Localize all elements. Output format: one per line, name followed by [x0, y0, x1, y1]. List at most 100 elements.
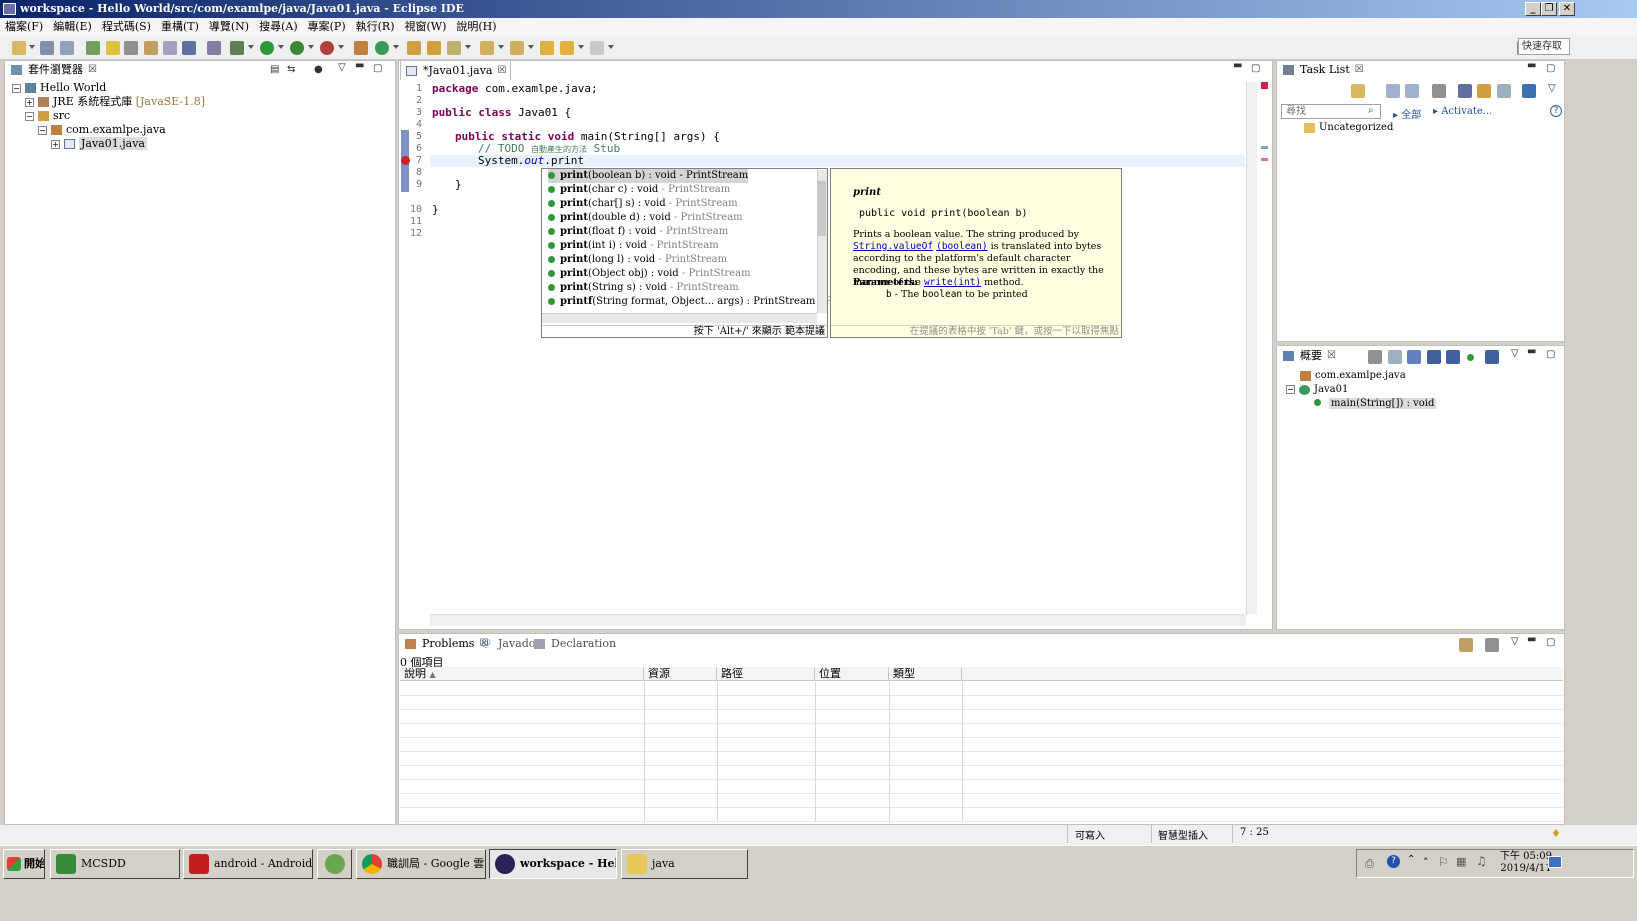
collapse-all-icon[interactable] — [1497, 84, 1511, 98]
maximize-icon[interactable]: ▢ — [1251, 63, 1260, 74]
collapse-icon[interactable]: − — [1286, 385, 1295, 394]
save-all-icon[interactable] — [60, 41, 74, 55]
menu-edit[interactable]: 編輯(E) — [48, 18, 97, 36]
help-icon[interactable]: ? — [1550, 105, 1562, 117]
run-icon[interactable] — [260, 41, 274, 55]
view-menu-icon[interactable]: ▽ — [1511, 636, 1519, 647]
volume-icon[interactable]: ♫ — [1476, 854, 1487, 868]
expand-icon[interactable]: + — [25, 97, 34, 107]
minimize-icon[interactable]: ▬ — [355, 60, 364, 71]
task-category-uncategorized[interactable]: Uncategorized — [1304, 122, 1393, 133]
maximize-icon[interactable]: ▢ — [1546, 637, 1555, 648]
new-icon[interactable] — [12, 41, 26, 55]
error-icon[interactable] — [401, 156, 410, 165]
column-header-path[interactable]: 路徑 — [717, 667, 815, 681]
code-line-11[interactable]: } — [432, 203, 439, 216]
assist-horizontal-scrollbar[interactable] — [542, 313, 817, 323]
whitespace-icon[interactable] — [182, 41, 196, 55]
maximize-icon[interactable]: ▢ — [373, 63, 382, 74]
focus-icon[interactable] — [1485, 638, 1499, 652]
forward-icon[interactable] — [590, 41, 604, 55]
vertical-scrollbar[interactable] — [1246, 82, 1257, 614]
open-type-folder-icon[interactable] — [407, 41, 421, 55]
filter-icon[interactable] — [1477, 84, 1491, 98]
coverage-icon[interactable] — [290, 41, 304, 55]
close-icon[interactable]: ☒ — [1355, 60, 1364, 80]
code-line-3[interactable]: public class Java01 { — [432, 106, 571, 119]
column-header-description[interactable]: 說明 ▲ — [400, 667, 644, 681]
toggle-mark-icon[interactable] — [106, 41, 120, 55]
assist-item[interactable]: print(char[] s) : void - PrintStream — [548, 197, 738, 211]
tree-item-file[interactable]: + Java01.java — [51, 137, 147, 151]
outline-item-package[interactable]: com.examlpe.java — [1300, 369, 1406, 383]
new-task-icon[interactable] — [1351, 84, 1365, 98]
view-menu-icon[interactable]: ▽ — [1511, 348, 1519, 359]
collapse-all-icon[interactable] — [1388, 350, 1402, 364]
menu-navigate[interactable]: 導覽(N) — [204, 18, 254, 36]
close-icon[interactable]: ☒ — [498, 61, 507, 81]
tab-task-list[interactable]: Task List ☒ — [1278, 60, 1368, 80]
link-editor-icon[interactable]: ⇆ — [287, 64, 295, 75]
minimize-button[interactable]: _ — [1525, 2, 1541, 16]
next-annotation-icon[interactable] — [480, 41, 494, 55]
taskbar-item-mcsdd[interactable]: MCSDD — [50, 849, 180, 879]
taskbar-item-java-folder[interactable]: java — [621, 849, 748, 879]
assist-item[interactable]: print(float f) : void - PrintStream — [548, 225, 728, 239]
code-line-7[interactable]: System.out.print — [478, 154, 584, 167]
sort-icon[interactable] — [1407, 350, 1421, 364]
focus-icon[interactable]: ● — [314, 64, 323, 75]
close-icon[interactable]: ☒ — [1327, 346, 1336, 366]
external-tools-icon[interactable] — [320, 41, 334, 55]
skip-breakpoints-icon[interactable] — [207, 41, 221, 55]
save-icon[interactable] — [40, 41, 54, 55]
scheduled-icon[interactable] — [1405, 84, 1419, 98]
debug-icon[interactable] — [230, 41, 244, 55]
assist-item[interactable]: print(boolean b) : void - PrintStream — [548, 169, 749, 183]
start-button[interactable]: 開始 — [3, 849, 45, 879]
taskbar-item-android-studio[interactable] — [317, 849, 352, 879]
tab-package-explorer[interactable]: 套件瀏覽器 ☒ — [6, 60, 101, 80]
maximize-icon[interactable]: ▢ — [1546, 349, 1555, 360]
last-edit-icon[interactable] — [540, 41, 554, 55]
expand-icon[interactable]: + — [51, 139, 60, 149]
task-search-input[interactable]: 尋找 — [1281, 104, 1381, 119]
search-icon[interactable] — [124, 41, 138, 55]
filter-icon[interactable] — [1459, 638, 1473, 652]
block-select-icon[interactable] — [163, 41, 177, 55]
assist-item[interactable]: print(Object obj) : void - PrintStream — [548, 267, 751, 281]
tab-java01[interactable]: *Java01.java ☒ — [400, 60, 512, 81]
tab-declaration[interactable]: Declaration — [529, 634, 634, 654]
assist-item[interactable]: print(String s) : void - PrintStream — [548, 281, 739, 295]
back-icon[interactable] — [560, 41, 574, 55]
quick-access-input[interactable]: 快速存取 — [1518, 38, 1570, 55]
doc-link[interactable]: String.valueOf — [853, 241, 933, 252]
collapse-all-icon[interactable]: ▤ — [270, 64, 279, 75]
lightbulb-icon[interactable]: ♦ — [1551, 827, 1561, 840]
hide-local-types-icon[interactable] — [1485, 350, 1499, 364]
hide-fields-icon[interactable] — [1427, 350, 1441, 364]
doc-link[interactable]: write(int) — [924, 277, 981, 288]
code-line-9[interactable]: } — [455, 178, 462, 191]
new-java-class-icon[interactable] — [375, 41, 389, 55]
tree-item-src[interactable]: − src — [25, 109, 70, 123]
tray-expand-icon[interactable]: ⌃ — [1407, 854, 1415, 865]
outline-item-class[interactable]: − Java01 — [1286, 383, 1348, 397]
taskbar-item-filezilla[interactable]: android - Android@10... — [183, 849, 313, 879]
annotation-icon[interactable] — [144, 41, 158, 55]
help-tray-icon[interactable]: ? — [1387, 855, 1400, 868]
collapse-icon[interactable]: − — [12, 83, 21, 93]
column-header-resource[interactable]: 資源 — [644, 667, 717, 681]
overview-marker[interactable] — [1261, 158, 1268, 161]
assist-item[interactable]: print(long l) : void - PrintStream — [548, 253, 727, 267]
tab-outline[interactable]: 概要 ☒ — [1278, 346, 1340, 366]
assist-item[interactable]: print(int i) : void - PrintStream — [548, 239, 719, 253]
previous-annotation-icon[interactable] — [510, 41, 524, 55]
task-activate-link[interactable]: ▸ Activate... — [1433, 106, 1492, 117]
minimize-icon[interactable]: ▬ — [1527, 60, 1536, 71]
view-menu-icon[interactable]: ▽ — [338, 62, 346, 73]
network-icon[interactable]: ▦ — [1456, 855, 1466, 868]
open-type-icon[interactable] — [86, 41, 100, 55]
code-line-1[interactable]: package com.examlpe.java; — [432, 82, 598, 95]
flag-icon[interactable]: ⚐ — [1438, 855, 1449, 869]
menu-source[interactable]: 程式碼(S) — [97, 18, 156, 36]
